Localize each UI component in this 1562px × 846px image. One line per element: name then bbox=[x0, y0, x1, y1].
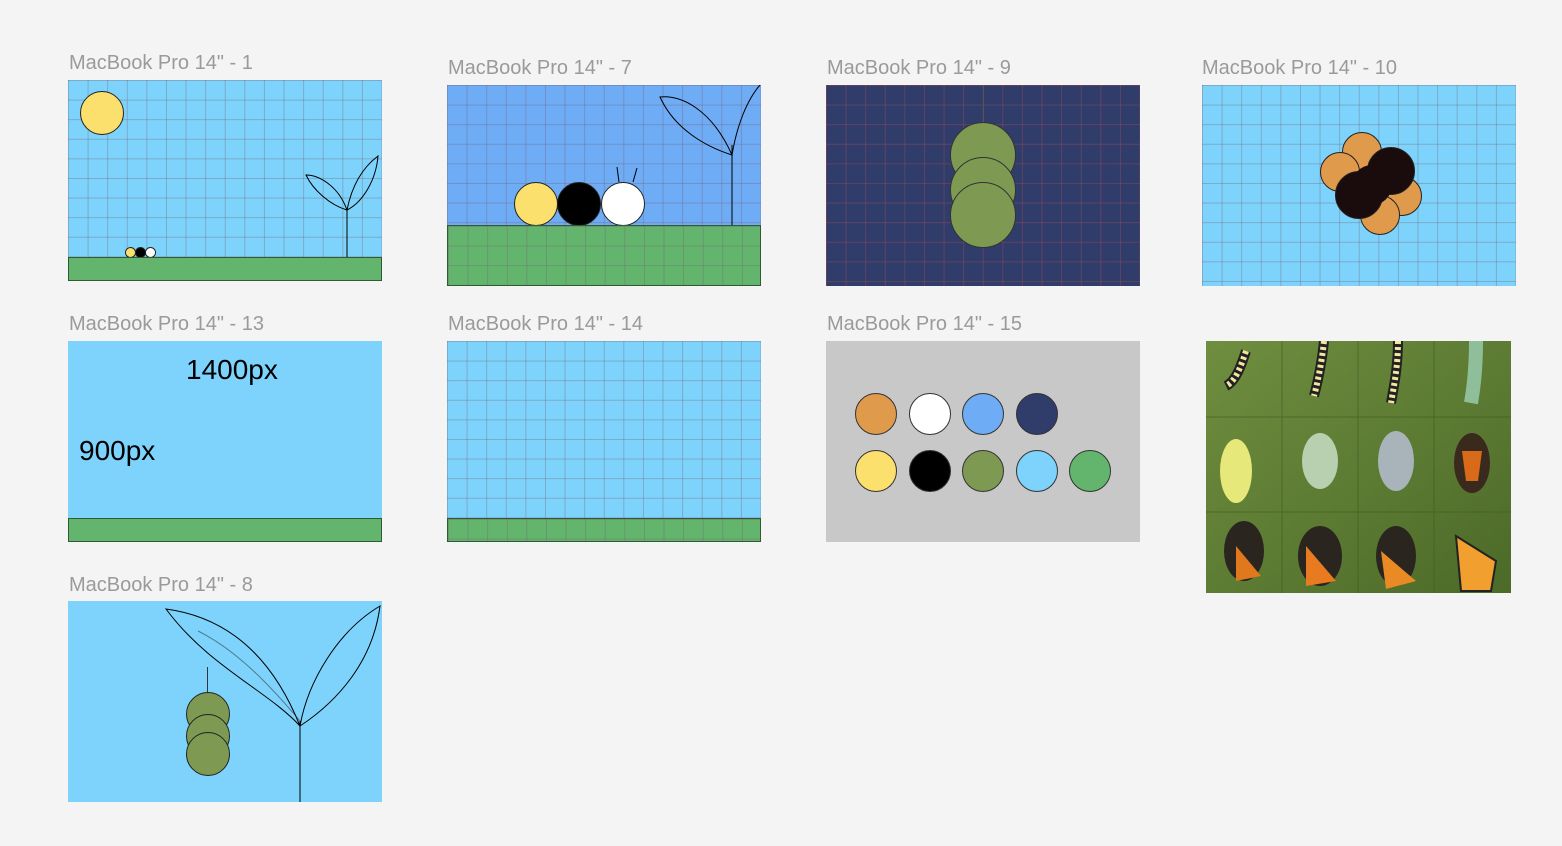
hanging-thread bbox=[983, 85, 984, 125]
swatch-orange[interactable] bbox=[855, 393, 897, 435]
ground-strip bbox=[68, 257, 382, 281]
butterfly-photo-image bbox=[1206, 341, 1511, 593]
swatch-olive[interactable] bbox=[962, 450, 1004, 492]
body-circle bbox=[1352, 165, 1392, 205]
artboard-8[interactable] bbox=[68, 601, 382, 802]
swatch-sun-yellow[interactable] bbox=[855, 450, 897, 492]
width-dimension-text: 1400px bbox=[186, 354, 278, 385]
swatch-white[interactable] bbox=[909, 393, 951, 435]
chrysalis-segment bbox=[950, 182, 1016, 248]
frame-label-1[interactable]: MacBook Pro 14" - 1 bbox=[69, 53, 253, 73]
swatch-navy[interactable] bbox=[1016, 393, 1058, 435]
artboard-13[interactable]: 1400px 900px bbox=[68, 341, 382, 542]
plant-sprout-icon bbox=[305, 154, 379, 257]
artboard-1[interactable] bbox=[68, 80, 382, 281]
frame-label-9[interactable]: MacBook Pro 14" - 9 bbox=[827, 58, 1011, 78]
artboard-15-palette[interactable] bbox=[826, 341, 1140, 542]
swatch-grass-green[interactable] bbox=[1069, 450, 1111, 492]
artboard-10[interactable] bbox=[1202, 85, 1516, 286]
metamorphosis-photo[interactable] bbox=[1206, 341, 1511, 593]
frame-label-14[interactable]: MacBook Pro 14" - 14 bbox=[448, 314, 643, 334]
swatch-light-sky[interactable] bbox=[1016, 450, 1058, 492]
artboard-14[interactable] bbox=[447, 341, 761, 542]
swatch-black[interactable] bbox=[909, 450, 951, 492]
frame-label-13[interactable]: MacBook Pro 14" - 13 bbox=[69, 314, 264, 334]
artboard-9[interactable] bbox=[826, 85, 1140, 286]
height-dimension-text: 900px bbox=[79, 435, 156, 466]
frame-label-15[interactable]: MacBook Pro 14" - 15 bbox=[827, 314, 1022, 334]
ground-strip bbox=[447, 518, 761, 542]
artboard-7[interactable] bbox=[447, 85, 761, 286]
frame-label-7[interactable]: MacBook Pro 14" - 7 bbox=[448, 58, 632, 78]
ground-strip bbox=[447, 225, 761, 286]
chrysalis-segment bbox=[186, 732, 230, 776]
swatch-sky-blue[interactable] bbox=[962, 393, 1004, 435]
ground-strip bbox=[68, 518, 382, 542]
frame-label-8[interactable]: MacBook Pro 14" - 8 bbox=[69, 575, 253, 595]
frame-label-10[interactable]: MacBook Pro 14" - 10 bbox=[1202, 58, 1397, 78]
